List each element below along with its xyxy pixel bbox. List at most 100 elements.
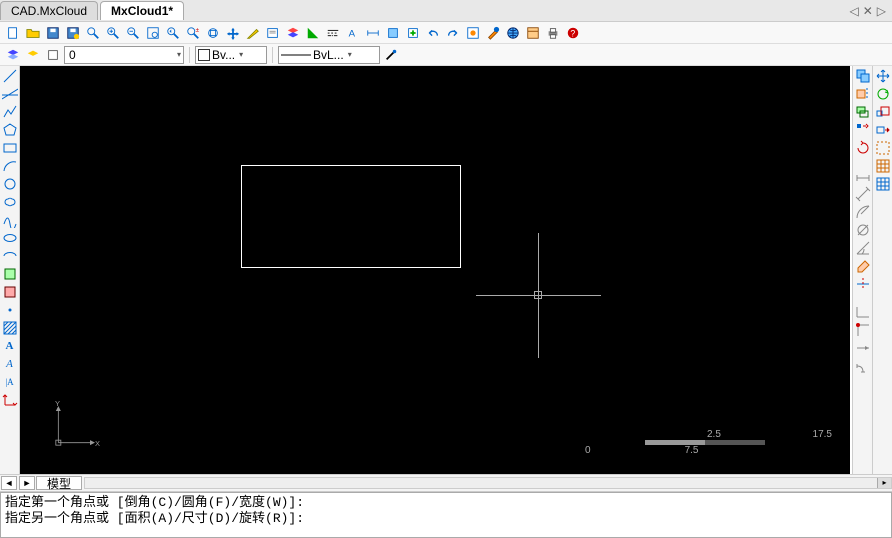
- dim-aligned-icon[interactable]: [855, 186, 871, 202]
- globe-icon[interactable]: [504, 24, 522, 42]
- scale-indicator: 2.5 17.5 0 7.5: [645, 429, 832, 456]
- layer-previous-icon[interactable]: [24, 46, 42, 64]
- pan-icon[interactable]: [224, 24, 242, 42]
- xline-icon[interactable]: [2, 86, 18, 102]
- rotate-icon[interactable]: [855, 140, 871, 156]
- polyline-icon[interactable]: [2, 104, 18, 120]
- polygon-icon[interactable]: [2, 122, 18, 138]
- rectangle-icon[interactable]: [2, 140, 18, 156]
- drawing-canvas[interactable]: Y X 2.5 17.5 0 7.5: [20, 66, 850, 474]
- model-tab[interactable]: 模型: [36, 476, 82, 490]
- circle-icon[interactable]: [2, 176, 18, 192]
- dim-angular-icon[interactable]: [855, 240, 871, 256]
- layer-dropdown[interactable]: 0 ▾: [64, 46, 184, 64]
- save-icon[interactable]: [44, 24, 62, 42]
- point-icon[interactable]: [2, 302, 18, 318]
- rotate2-icon[interactable]: [875, 86, 891, 102]
- insert-block-icon[interactable]: [2, 266, 18, 282]
- dim-radius-icon[interactable]: [855, 204, 871, 220]
- snap-grid-icon[interactable]: [875, 176, 891, 192]
- dim-diameter-icon[interactable]: [855, 222, 871, 238]
- mirror-icon[interactable]: [855, 86, 871, 102]
- linetype-icon[interactable]: [324, 24, 342, 42]
- spline-icon[interactable]: [2, 212, 18, 228]
- tab-close-icon[interactable]: ✕: [863, 4, 873, 18]
- zoom-out-icon[interactable]: [124, 24, 142, 42]
- tab-cad-mxcloud[interactable]: CAD.MxCloud: [0, 1, 98, 20]
- zoom-extents-icon[interactable]: [144, 24, 162, 42]
- lineweight-settings-icon[interactable]: [382, 46, 400, 64]
- layout-nav-left-icon[interactable]: ◄: [1, 476, 17, 490]
- regen-icon[interactable]: [264, 24, 282, 42]
- saveas-icon[interactable]: [64, 24, 82, 42]
- command-window[interactable]: 指定第一个角点或 [倒角(C)/圆角(F)/宽度(W)]: 指定另一个角点或 […: [0, 492, 892, 538]
- select-icon[interactable]: [875, 140, 891, 156]
- svg-text:X: X: [95, 439, 100, 448]
- match-prop-icon[interactable]: [484, 24, 502, 42]
- hatch-icon[interactable]: [2, 320, 18, 336]
- tab-nav-right-icon[interactable]: ▷: [877, 4, 886, 18]
- dim-linear-icon[interactable]: [855, 168, 871, 184]
- properties-icon[interactable]: [464, 24, 482, 42]
- scale-icon[interactable]: [875, 104, 891, 120]
- horizontal-scrollbar[interactable]: ▸: [84, 477, 892, 489]
- redraw-icon[interactable]: [244, 24, 262, 42]
- stretch-icon[interactable]: [875, 122, 891, 138]
- block-icon[interactable]: [384, 24, 402, 42]
- grid-icon[interactable]: [875, 158, 891, 174]
- extend-icon[interactable]: [855, 304, 871, 320]
- color-dropdown[interactable]: Bv... ▾: [195, 46, 267, 64]
- layout-nav-right-icon[interactable]: ►: [19, 476, 35, 490]
- new-icon[interactable]: [4, 24, 22, 42]
- print-icon[interactable]: [544, 24, 562, 42]
- svg-text:±: ±: [196, 27, 200, 34]
- offset-icon[interactable]: [855, 104, 871, 120]
- vtext-icon[interactable]: |A: [2, 374, 18, 390]
- make-block-icon[interactable]: [2, 284, 18, 300]
- zoom-in-icon[interactable]: [104, 24, 122, 42]
- zoom-all-icon[interactable]: [204, 24, 222, 42]
- chamfer-icon[interactable]: [855, 340, 871, 356]
- zoom-realtime-icon[interactable]: ±: [184, 24, 202, 42]
- array-icon[interactable]: [855, 122, 871, 138]
- undo-icon[interactable]: [424, 24, 442, 42]
- dim-style-icon[interactable]: [364, 24, 382, 42]
- fillet-icon[interactable]: [855, 358, 871, 374]
- lineweight-preview-icon: [281, 50, 311, 60]
- scroll-right-icon[interactable]: ▸: [877, 478, 891, 488]
- ellipse-arc-icon[interactable]: [2, 248, 18, 264]
- draw-toolbar: A A |A: [0, 66, 20, 474]
- layers-icon[interactable]: [284, 24, 302, 42]
- tab-mxcloud1[interactable]: MxCloud1*: [100, 1, 184, 20]
- revcloud-icon[interactable]: [2, 194, 18, 210]
- move-icon[interactable]: [875, 68, 891, 84]
- color-fill-icon[interactable]: [304, 24, 322, 42]
- line-icon[interactable]: [2, 68, 18, 84]
- erase-icon[interactable]: [855, 258, 871, 274]
- tab-nav-left-icon[interactable]: ◁: [849, 4, 858, 18]
- zoom-window-icon[interactable]: [84, 24, 102, 42]
- layer-manager-icon[interactable]: [4, 46, 22, 64]
- break-icon[interactable]: [855, 322, 871, 338]
- text-style-icon[interactable]: A: [344, 24, 362, 42]
- copy-icon[interactable]: [855, 68, 871, 84]
- svg-text:A: A: [349, 28, 356, 39]
- chevron-down-icon: ▾: [237, 50, 243, 59]
- layer-state-icon[interactable]: [44, 46, 62, 64]
- redo-icon[interactable]: [444, 24, 462, 42]
- help-icon[interactable]: ?: [564, 24, 582, 42]
- insert-icon[interactable]: [404, 24, 422, 42]
- command-history-line: 指定第一个角点或 [倒角(C)/圆角(F)/宽度(W)]:: [5, 495, 887, 511]
- mtext-icon[interactable]: A: [2, 356, 18, 372]
- options-icon[interactable]: [524, 24, 542, 42]
- coord-icon[interactable]: [2, 392, 18, 408]
- open-icon[interactable]: [24, 24, 42, 42]
- lineweight-dropdown[interactable]: BvL... ▾: [278, 46, 380, 64]
- layer-value: 0: [67, 48, 91, 62]
- trim-icon[interactable]: [855, 276, 871, 292]
- arc-icon[interactable]: [2, 158, 18, 174]
- ellipse-icon[interactable]: [2, 230, 18, 246]
- text-icon[interactable]: A: [2, 338, 18, 354]
- zoom-previous-icon[interactable]: [164, 24, 182, 42]
- svg-text:?: ?: [570, 28, 575, 38]
